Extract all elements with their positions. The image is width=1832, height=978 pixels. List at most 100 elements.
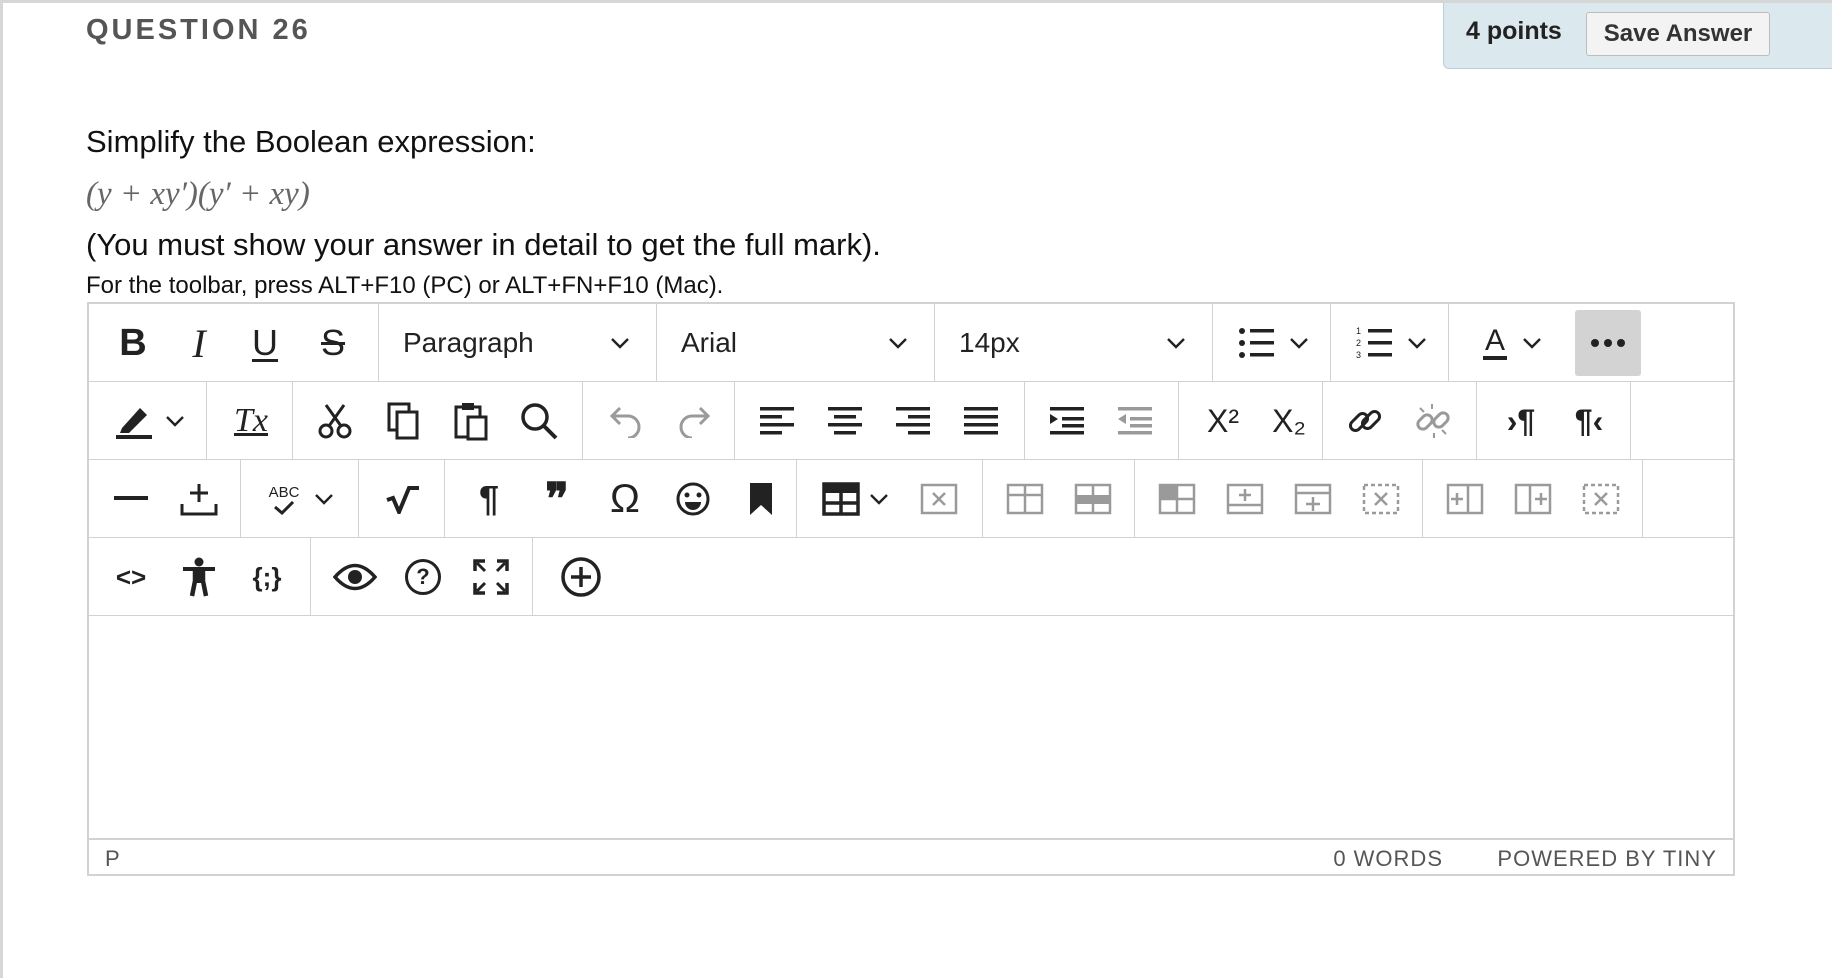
delete-row-button[interactable] bbox=[1351, 466, 1411, 532]
ltr-button[interactable]: ›¶ bbox=[1491, 388, 1551, 454]
chevron-down-icon bbox=[889, 338, 907, 349]
insert-column-after-button[interactable] bbox=[1503, 466, 1563, 532]
paste-button[interactable] bbox=[443, 388, 499, 454]
insert-column-before-button[interactable] bbox=[1435, 466, 1495, 532]
subscript-button[interactable]: X₂ bbox=[1259, 388, 1319, 454]
accessibility-checker-button[interactable] bbox=[169, 544, 229, 610]
find-replace-button[interactable] bbox=[511, 388, 567, 454]
points-panel: 4 points Save Answer bbox=[1443, 3, 1832, 69]
font-size-select[interactable]: 14px bbox=[959, 310, 1209, 376]
highlight-color-button[interactable] bbox=[103, 388, 197, 454]
table-group bbox=[797, 460, 983, 537]
align-center-button[interactable] bbox=[817, 388, 873, 454]
add-content-button[interactable] bbox=[551, 544, 611, 610]
svg-text:2: 2 bbox=[1356, 338, 1361, 348]
rtl-button[interactable]: ¶‹ bbox=[1559, 388, 1619, 454]
align-justify-button[interactable] bbox=[953, 388, 1009, 454]
undo-button[interactable] bbox=[597, 388, 655, 454]
direction-group: ›¶ ¶‹ bbox=[1477, 382, 1631, 459]
fullscreen-button[interactable] bbox=[461, 544, 521, 610]
special-character-button[interactable]: Ω bbox=[595, 466, 655, 532]
numbered-list-button[interactable]: 1 2 3 bbox=[1347, 310, 1437, 376]
emoji-button[interactable] bbox=[663, 466, 723, 532]
chevron-down-icon bbox=[315, 494, 334, 505]
equation-button[interactable] bbox=[373, 466, 433, 532]
cut-button[interactable] bbox=[307, 388, 363, 454]
bullet-list-button[interactable] bbox=[1229, 310, 1319, 376]
toolbar-row-4: <> {;} ? bbox=[89, 538, 1733, 616]
redo-button[interactable] bbox=[665, 388, 723, 454]
paragraph-button[interactable]: ¶ bbox=[459, 466, 519, 532]
outdent-button[interactable] bbox=[1107, 388, 1163, 454]
underline-button[interactable]: U bbox=[239, 310, 291, 376]
history-group bbox=[583, 382, 735, 459]
insert-link-button[interactable] bbox=[1337, 388, 1393, 454]
help-button[interactable]: ? bbox=[393, 544, 453, 610]
spellcheck-icon: ABC bbox=[269, 484, 299, 515]
chevron-down-icon bbox=[1290, 338, 1308, 349]
text-color-button[interactable]: A bbox=[1465, 310, 1561, 376]
align-left-button[interactable] bbox=[749, 388, 805, 454]
rule-group bbox=[89, 460, 241, 537]
insert-row-after-button[interactable] bbox=[1283, 466, 1343, 532]
superscript-button[interactable]: X² bbox=[1193, 388, 1253, 454]
preview-button[interactable] bbox=[325, 544, 385, 610]
table-row-icon bbox=[1006, 483, 1044, 515]
more-icon bbox=[1591, 339, 1625, 347]
paste-icon bbox=[454, 403, 488, 441]
insert-column-before-icon bbox=[1446, 483, 1484, 515]
insert-break-button[interactable] bbox=[169, 466, 229, 532]
table-cell-properties-button[interactable] bbox=[1063, 466, 1123, 532]
font-family-group: Arial bbox=[657, 304, 935, 381]
blockquote-button[interactable]: ❞ bbox=[527, 466, 587, 532]
block-format-value: Paragraph bbox=[403, 327, 534, 358]
chevron-down-icon bbox=[166, 416, 184, 427]
font-size-group: 14px bbox=[935, 304, 1213, 381]
toolbar-row-3: ABC ¶ ❞ Ω bbox=[89, 460, 1733, 538]
chevron-down-icon bbox=[870, 494, 888, 505]
insert-row-before-button[interactable] bbox=[1215, 466, 1275, 532]
remove-link-button[interactable] bbox=[1405, 388, 1461, 454]
align-center-icon bbox=[828, 407, 862, 435]
delete-table-icon bbox=[920, 483, 958, 515]
block-format-select[interactable]: Paragraph bbox=[403, 310, 653, 376]
delete-table-button[interactable] bbox=[909, 466, 969, 532]
more-button[interactable] bbox=[1575, 310, 1641, 376]
source-code-button[interactable]: <> bbox=[101, 544, 161, 610]
align-right-button[interactable] bbox=[885, 388, 941, 454]
text-color-group: A bbox=[1449, 304, 1573, 381]
anchor-button[interactable] bbox=[731, 466, 791, 532]
indent-button[interactable] bbox=[1039, 388, 1095, 454]
table-button[interactable] bbox=[809, 466, 903, 532]
spellcheck-button[interactable]: ABC bbox=[255, 466, 349, 532]
svg-text:1: 1 bbox=[1356, 326, 1361, 336]
numbered-list-group: 1 2 3 bbox=[1331, 304, 1449, 381]
word-count[interactable]: 0 WORDS bbox=[1333, 846, 1443, 872]
powered-by-link[interactable]: POWERED BY TINY bbox=[1497, 846, 1717, 872]
bold-button[interactable]: B bbox=[107, 310, 159, 376]
highlight-group bbox=[89, 382, 207, 459]
help-icon: ? bbox=[405, 559, 441, 595]
strikethrough-button[interactable]: S bbox=[307, 310, 359, 376]
delete-column-button[interactable] bbox=[1571, 466, 1631, 532]
font-family-select[interactable]: Arial bbox=[681, 310, 931, 376]
toolbar-row-2: Tx X² X₂ ›¶ ¶‹ bbox=[89, 382, 1733, 460]
clear-formatting-button[interactable]: Tx bbox=[221, 388, 281, 454]
math-group bbox=[359, 460, 445, 537]
smiley-icon bbox=[676, 482, 710, 516]
horizontal-rule-button[interactable] bbox=[101, 466, 161, 532]
element-path[interactable]: P bbox=[105, 846, 120, 872]
code-sample-button[interactable]: {;} bbox=[237, 544, 297, 610]
source-group: <> {;} bbox=[89, 538, 311, 615]
italic-button[interactable]: I bbox=[173, 310, 225, 376]
strike-glyph: S bbox=[320, 322, 345, 363]
table-row-properties-button[interactable] bbox=[995, 466, 1055, 532]
clipboard-group bbox=[293, 382, 583, 459]
copy-button[interactable] bbox=[375, 388, 431, 454]
merge-cells-button[interactable] bbox=[1147, 466, 1207, 532]
indent-icon bbox=[1050, 407, 1084, 435]
question-note: (You must show your answer in detail to … bbox=[86, 227, 881, 262]
save-answer-button[interactable]: Save Answer bbox=[1586, 12, 1770, 56]
question-prompt: Simplify the Boolean expression: bbox=[86, 124, 536, 159]
editor-content-area[interactable] bbox=[89, 616, 1733, 842]
